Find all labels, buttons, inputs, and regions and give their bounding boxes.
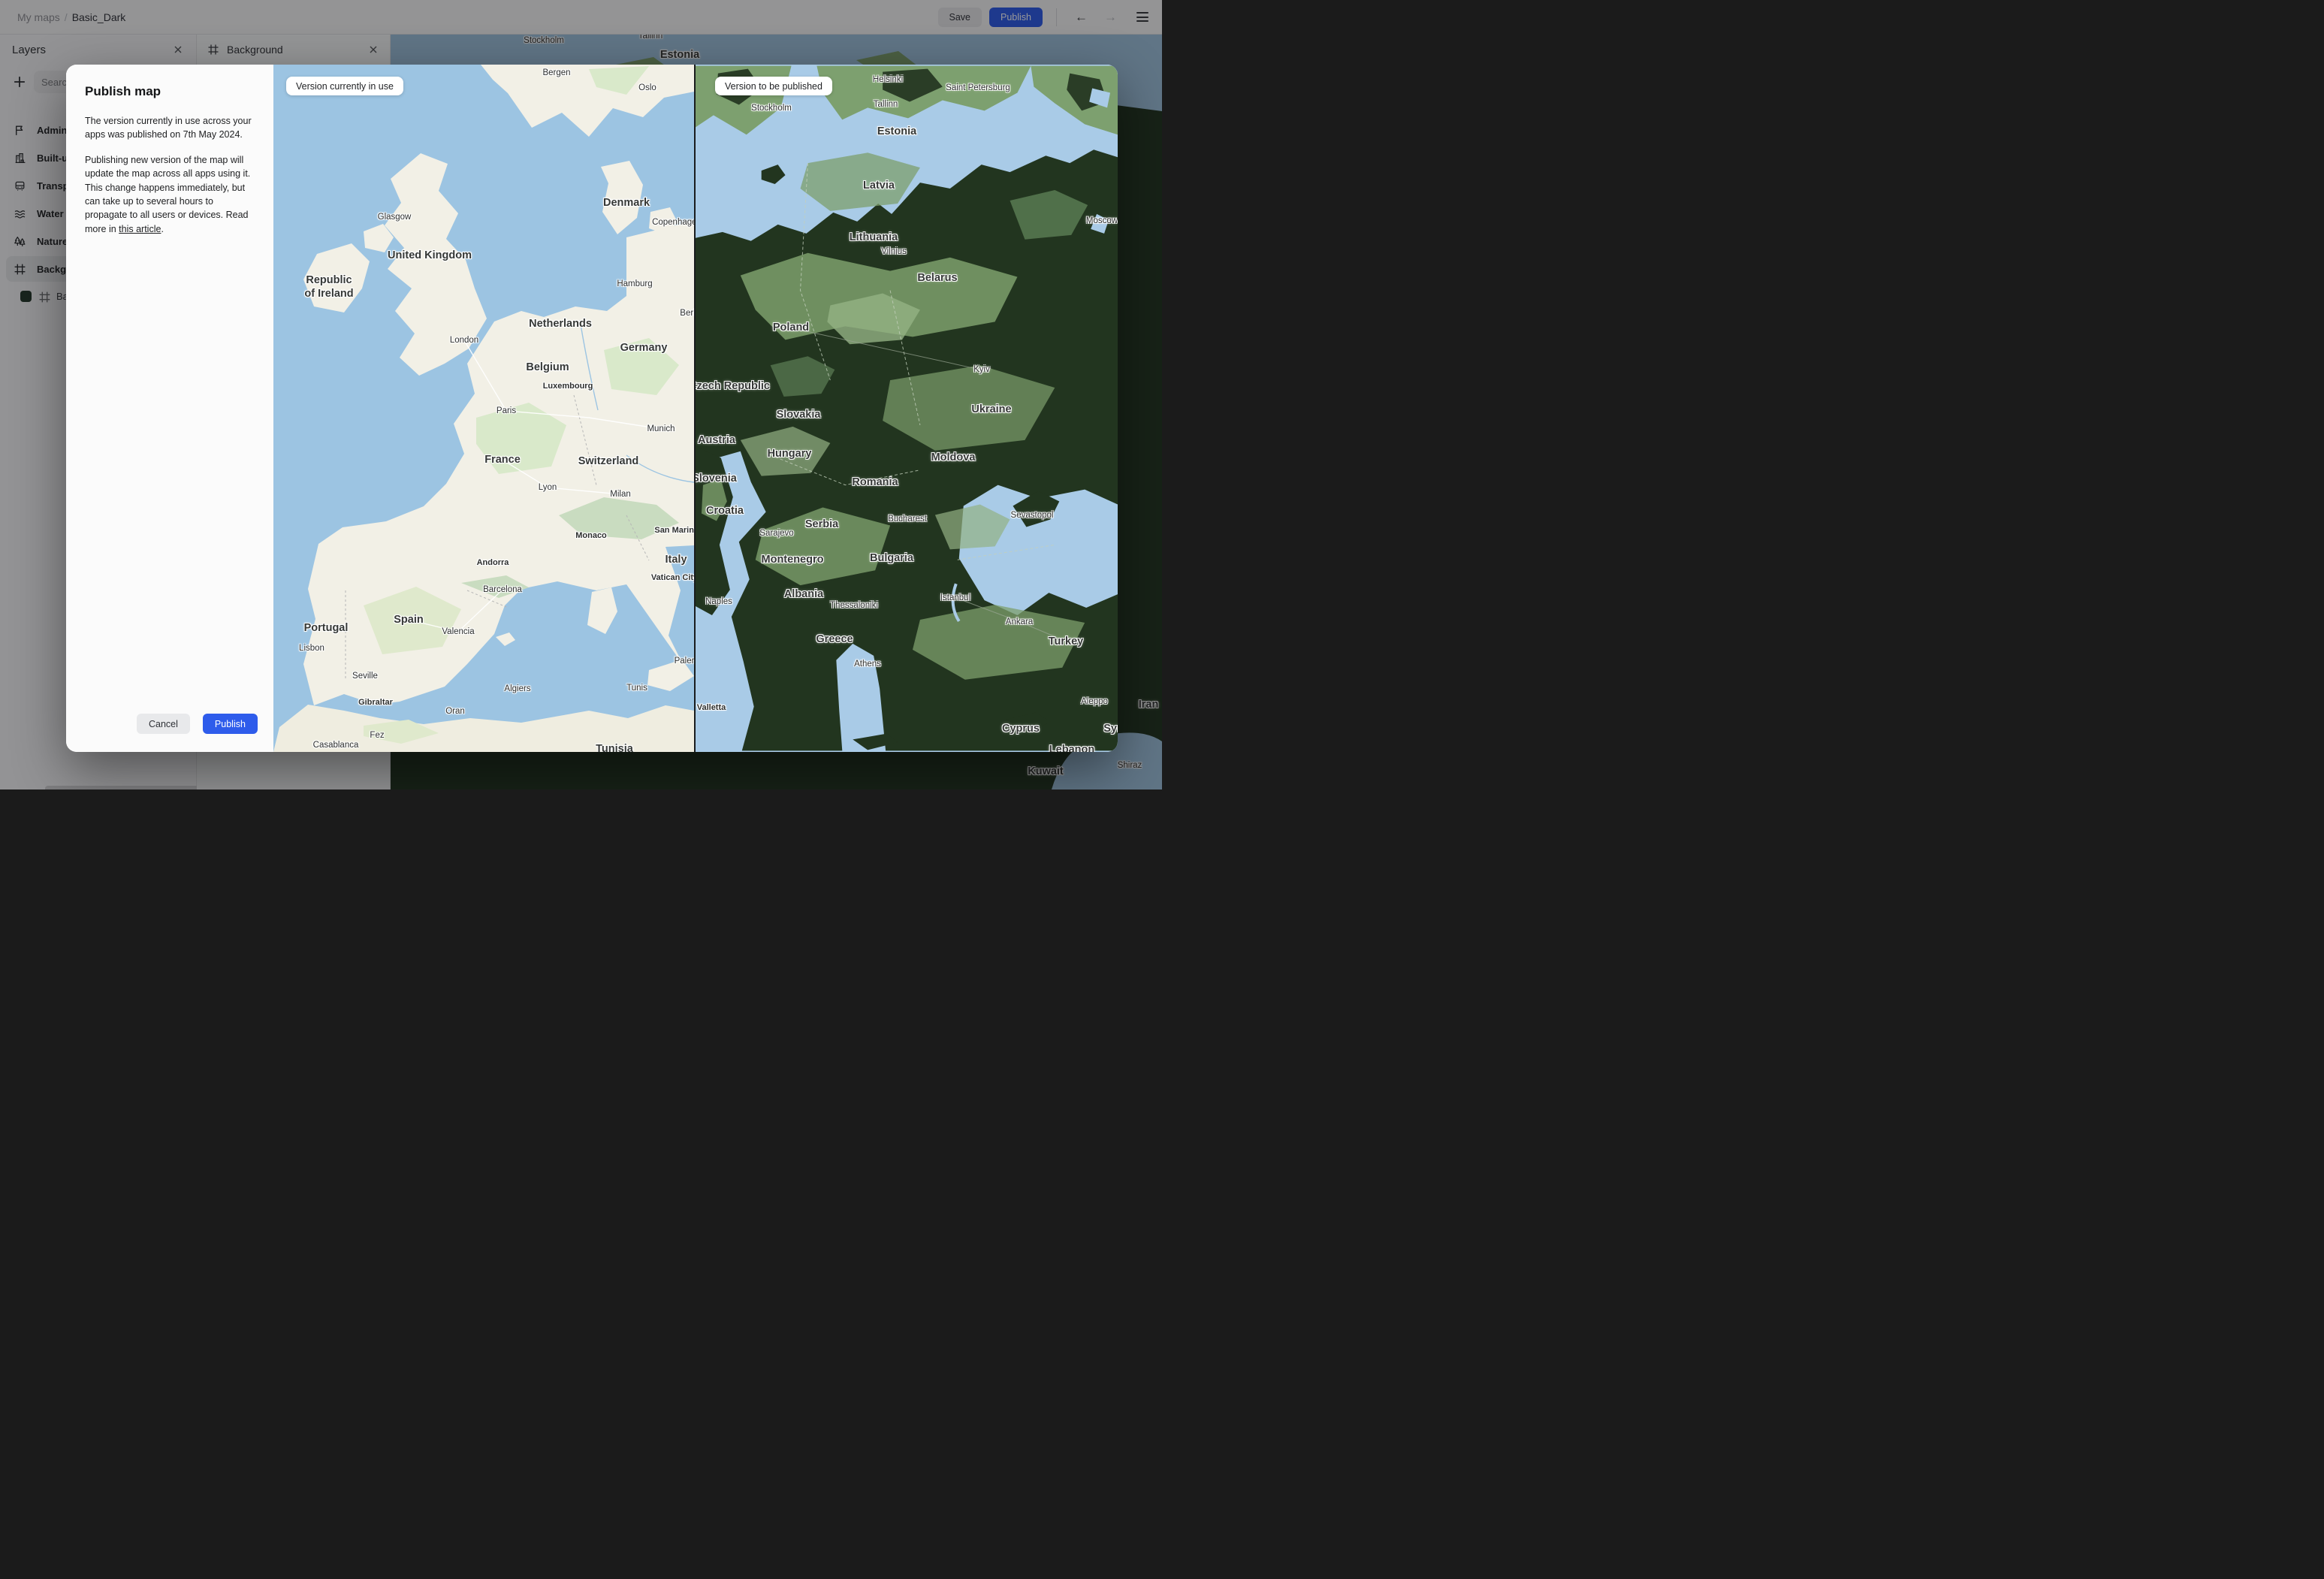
map-label-casablanca: Casablanca [312, 741, 359, 750]
map-label-kyiv: Kyiv [973, 365, 990, 374]
map-label-vatican-city: Vatican City [650, 573, 694, 582]
map-label-albania: Albania [783, 588, 824, 600]
map-label-valletta: Valletta [696, 703, 726, 712]
map-label-luxembourg: Luxembourg [542, 382, 593, 391]
map-label-latvia: Latvia [863, 180, 895, 192]
map-label-portugal: Portugal [303, 622, 349, 634]
map-label-romania: Romania [852, 476, 898, 488]
dialog-paragraph-2: Publishing new version of the map will u… [85, 153, 257, 236]
map-label-aleppo: Aleppo [1081, 697, 1108, 706]
map-label-helsinki: Helsinki [872, 75, 904, 84]
map-label-san-marino: San Marino [654, 526, 694, 535]
map-label-ukraine: Ukraine [971, 403, 1012, 415]
map-label-switzerland: Switzerland [578, 455, 639, 467]
map-label-barcelona: Barcelona [483, 585, 522, 594]
map-label-cyprus: Cyprus [1002, 723, 1040, 735]
map-label-netherlands: Netherlands [529, 318, 592, 330]
map-label-fez: Fez [370, 731, 385, 740]
map-version-current[interactable]: Bergen Oslo Glasgow United Kingdom Republic o… [273, 65, 694, 752]
map-label-glasgow: Glasgow [377, 213, 412, 222]
map-version-new[interactable]: Stockholm Helsinki Saint Petersburg Tallinn… [696, 65, 1118, 752]
map-label-munich: Munich [647, 424, 675, 433]
light-map-labels: Bergen Oslo Glasgow United Kingdom Republic o… [273, 65, 694, 752]
map-label-lisbon: Lisbon [299, 644, 324, 653]
dialog-paragraph-2-text: Publishing new version of the map will u… [85, 154, 251, 234]
map-label-spain: Spain [394, 614, 424, 626]
map-label-belarus: Belarus [917, 272, 958, 284]
map-label-london: London [449, 336, 479, 345]
dark-map-labels: Stockholm Helsinki Saint Petersburg Tallinn… [696, 65, 1118, 752]
map-label-slovakia: Slovakia [776, 409, 821, 421]
map-label-stockholm: Stockholm [751, 104, 792, 113]
map-label-germany: Germany [620, 342, 668, 354]
cancel-button[interactable]: Cancel [137, 714, 190, 734]
map-label-bergen: Bergen [542, 68, 571, 77]
map-label-sarajevo: Sarajevo [759, 529, 794, 538]
map-label-algiers: Algiers [504, 684, 531, 693]
map-label-oran: Oran [445, 707, 465, 716]
dialog-paragraph-1: The version currently in use across your… [85, 116, 252, 140]
map-label-seville: Seville [352, 672, 378, 681]
map-label-turkey: Turkey [1048, 636, 1084, 648]
map-label-valencia: Valencia [442, 627, 475, 636]
map-label-czech-republic: Czech Republic [696, 380, 770, 392]
this-article-link[interactable]: this article [119, 224, 161, 234]
map-label-andorra: Andorra [476, 558, 509, 567]
map-label-austria: Austria [698, 434, 735, 446]
map-label-france: France [484, 454, 521, 466]
map-label-saint-petersburg: Saint Petersburg [946, 83, 1010, 92]
map-label-syria: Syria [1103, 723, 1118, 735]
map-label-italy: Italy [665, 554, 687, 566]
compare-slider-divider[interactable] [694, 65, 696, 752]
publish-dialog-panel: Publish map The version currently in use… [66, 65, 273, 752]
map-label-of-ireland: of Ireland [304, 288, 354, 300]
map-label-oslo: Oslo [638, 83, 656, 92]
map-label-athens: Athens [854, 660, 881, 669]
map-label-ankara: Ankara [1005, 617, 1034, 626]
map-label-moscow: Moscow [1085, 216, 1118, 225]
map-label-serbia: Serbia [804, 518, 839, 530]
map-label-tunisia: Tunisia [596, 743, 633, 752]
map-label-republic: Republic [306, 274, 352, 286]
map-label-thessaloniki: Thessaloniki [830, 601, 878, 610]
map-label-greece: Greece [816, 633, 853, 645]
map-label-denmark: Denmark [602, 197, 650, 209]
map-label-tallinn: Tallinn [873, 100, 898, 109]
map-label-bulgaria: Bulgaria [869, 552, 914, 564]
map-label-paris: Paris [496, 406, 517, 415]
map-label-lebanon: Lebanon [1049, 744, 1095, 752]
map-label-bucharest: Bucharest [888, 515, 927, 524]
map-label-milan: Milan [610, 490, 631, 499]
map-label-gibraltar: Gibraltar [358, 698, 393, 707]
map-label-slovenia: Slovenia [696, 472, 737, 485]
map-label-lithuania: Lithuania [849, 231, 898, 243]
dialog-actions: Cancel Publish [137, 714, 258, 734]
map-label-montenegro: Montenegro [761, 554, 824, 566]
version-new-badge: Version to be published [715, 77, 832, 95]
map-label-palermo: Palermo [674, 657, 694, 666]
map-label-estonia: Estonia [877, 125, 917, 137]
map-label-hungary: Hungary [767, 448, 812, 460]
app-window: My maps / Basic_Dark Save Publish ← → La… [0, 0, 1162, 790]
map-label-berlin: Berlin [680, 309, 694, 318]
map-label-istanbul: Istanbul [940, 593, 971, 602]
map-label-sevastopol: Sevastopol [1010, 511, 1054, 520]
map-label-moldova: Moldova [931, 451, 976, 463]
dialog-paragraph-2-period: . [161, 223, 164, 234]
map-label-naples: Naples [705, 597, 732, 606]
publish-button-dialog[interactable]: Publish [202, 714, 258, 734]
map-label-croatia: Croatia [706, 505, 744, 517]
map-label-monaco: Monaco [575, 531, 607, 540]
map-label-vilnius: Vilnius [881, 247, 907, 256]
map-label-lyon: Lyon [538, 483, 557, 492]
map-label-belgium: Belgium [526, 361, 569, 373]
dialog-title: Publish map [85, 84, 161, 98]
map-label-hamburg: Hamburg [617, 279, 653, 288]
map-label-copenhagen: Copenhagen [652, 218, 694, 227]
version-current-badge: Version currently in use [286, 77, 403, 95]
map-label-tunis: Tunis [626, 684, 647, 693]
map-label-poland: Poland [772, 322, 810, 334]
publish-map-dialog: Publish map The version currently in use… [66, 65, 1118, 752]
map-label-united-kingdom: United Kingdom [388, 249, 472, 261]
